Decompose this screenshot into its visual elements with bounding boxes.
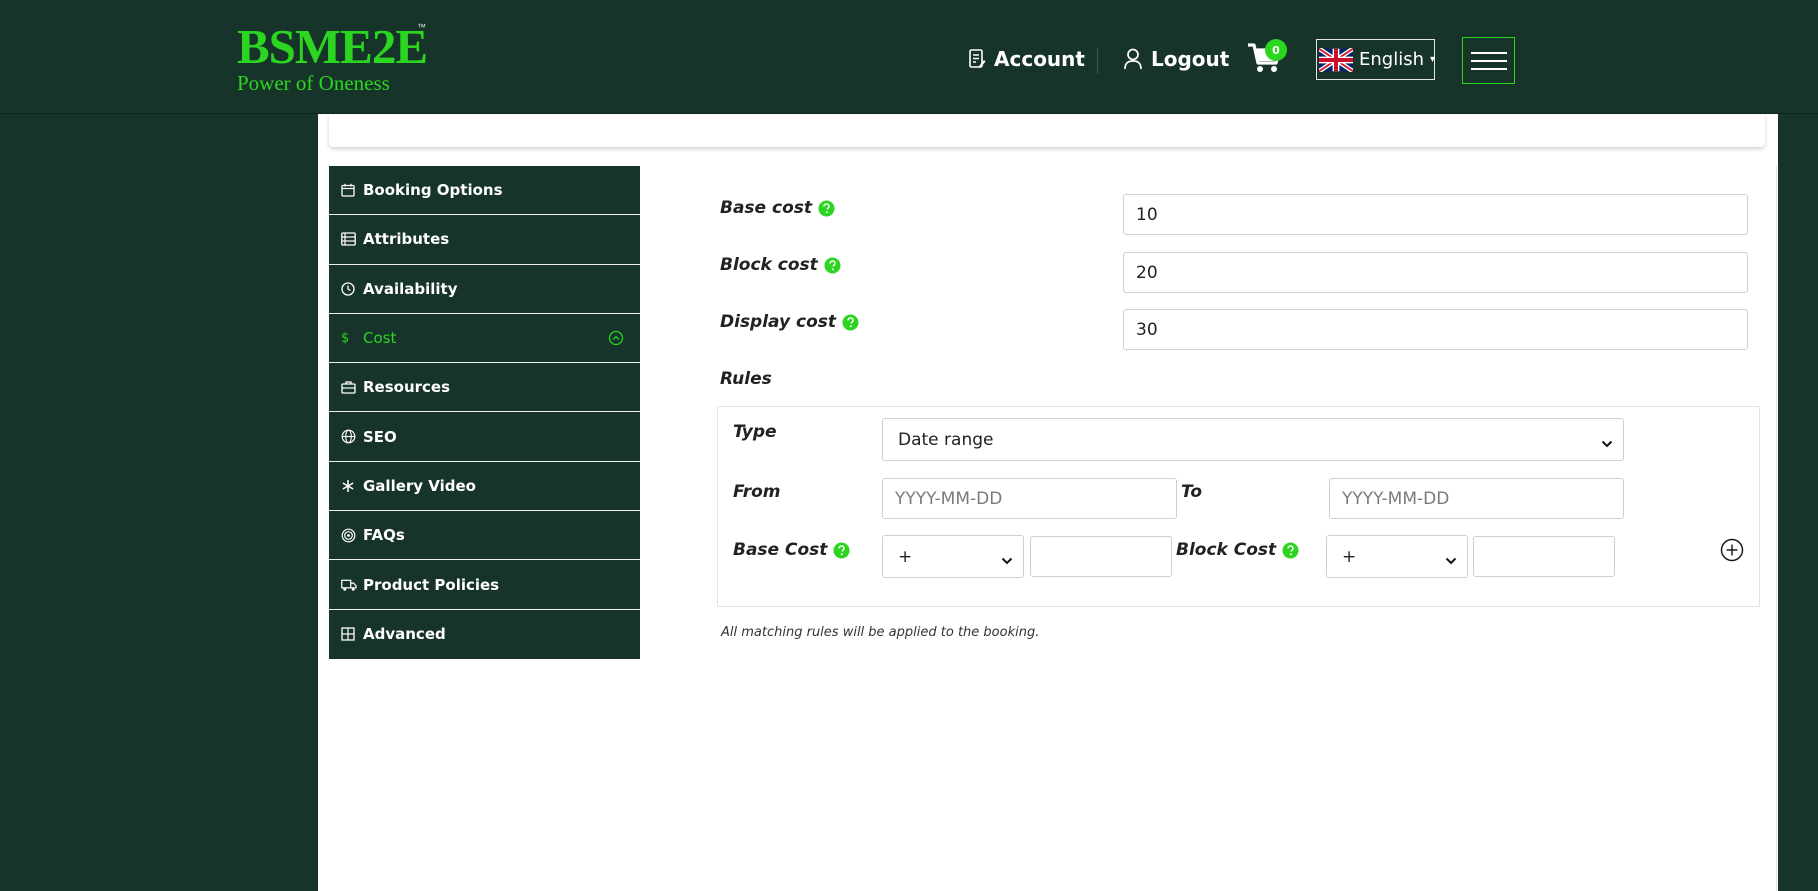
top-header: BSME2E ™ Power of Oneness Account Logout… xyxy=(0,0,1818,114)
block-cost-label: Block cost xyxy=(720,255,841,275)
rule-type-select[interactable]: Date range xyxy=(882,418,1624,461)
logout-label: Logout xyxy=(1151,47,1230,71)
block-cost-operator-select[interactable]: + xyxy=(1326,535,1468,578)
calendar-icon xyxy=(341,183,357,197)
snowflake-icon xyxy=(341,479,357,493)
to-label: To xyxy=(1181,482,1203,502)
base-cost-input[interactable] xyxy=(1123,194,1748,235)
help-icon[interactable] xyxy=(824,257,841,274)
display-cost-label: Display cost xyxy=(720,312,859,332)
logo-text: BSME2E xyxy=(237,19,428,74)
tab-label: Availability xyxy=(363,279,458,298)
tab-label: Advanced xyxy=(363,625,446,644)
tab-label: Gallery Video xyxy=(363,476,476,495)
display-cost-label-text: Display cost xyxy=(720,312,837,332)
tab-label: SEO xyxy=(363,427,397,446)
tab-gallery-video[interactable]: Gallery Video xyxy=(329,461,640,512)
type-label: Type xyxy=(733,422,777,442)
base-cost-operator-value: + xyxy=(898,546,913,567)
logo-trademark: ™ xyxy=(417,22,426,32)
hamburger-menu-button[interactable] xyxy=(1462,37,1515,84)
tab-attributes[interactable]: Attributes xyxy=(329,215,640,265)
tab-label: FAQs xyxy=(363,526,405,545)
tab-label: Booking Options xyxy=(363,181,503,200)
account-label: Account xyxy=(994,47,1085,71)
tab-resources[interactable]: Resources xyxy=(329,363,640,413)
tab-booking-options[interactable]: Booking Options xyxy=(329,166,640,216)
tab-label: Resources xyxy=(363,378,451,397)
help-icon[interactable] xyxy=(842,314,859,331)
rule-block-cost-input[interactable] xyxy=(1473,536,1615,577)
account-link[interactable]: Account xyxy=(968,44,1085,74)
rule-base-cost-label: Base Cost xyxy=(733,540,850,560)
plus-circle-icon xyxy=(1720,538,1744,562)
to-date-input[interactable] xyxy=(1329,478,1624,519)
nav-divider xyxy=(1097,48,1098,74)
chevron-down-icon xyxy=(1001,551,1013,571)
from-label: From xyxy=(733,482,781,502)
product-tabs: Booking Options Attributes Availability … xyxy=(329,166,640,659)
grid-icon xyxy=(341,627,357,641)
dollar-icon: $ xyxy=(341,330,350,346)
chevron-down-icon xyxy=(1445,551,1457,571)
tab-seo[interactable]: SEO xyxy=(329,412,640,462)
rule-block-cost-label: Block Cost xyxy=(1176,540,1299,560)
display-cost-input[interactable] xyxy=(1123,309,1748,350)
target-icon xyxy=(341,528,357,543)
rule-type-value: Date range xyxy=(898,429,994,450)
rule-base-cost-input[interactable] xyxy=(1030,536,1172,577)
rules-note: All matching rules will be applied to th… xyxy=(721,625,1040,640)
clock-icon xyxy=(341,282,357,296)
caret-down-icon: ▾ xyxy=(1430,54,1436,65)
uk-flag-icon xyxy=(1319,47,1353,72)
hamburger-line xyxy=(1470,59,1507,62)
from-date-input[interactable] xyxy=(882,478,1177,519)
language-selector[interactable]: English ▾ xyxy=(1316,39,1435,80)
hamburger-line xyxy=(1470,51,1507,54)
logout-link[interactable]: Logout xyxy=(1123,44,1229,74)
rule-block-cost-label-text: Block Cost xyxy=(1176,540,1277,560)
add-rule-button[interactable] xyxy=(1720,538,1744,562)
tab-label: Product Policies xyxy=(363,575,500,594)
user-icon xyxy=(1123,48,1143,70)
tab-availability[interactable]: Availability xyxy=(329,264,640,314)
rule-base-cost-label-text: Base Cost xyxy=(733,540,828,560)
help-icon[interactable] xyxy=(818,200,835,217)
block-cost-label-text: Block cost xyxy=(720,255,818,275)
briefcase-icon xyxy=(341,380,357,394)
document-edit-icon xyxy=(968,49,986,69)
list-icon xyxy=(341,232,357,247)
cart-count-badge: 0 xyxy=(1265,39,1287,61)
hamburger-line xyxy=(1470,67,1507,70)
circle-arrow-icon xyxy=(608,330,624,350)
top-card xyxy=(329,114,1765,147)
base-cost-label: Base cost xyxy=(720,198,835,218)
chevron-down-icon xyxy=(1601,434,1613,454)
base-cost-label-text: Base cost xyxy=(720,198,812,218)
block-cost-operator-value: + xyxy=(1342,546,1357,567)
rules-heading: Rules xyxy=(720,369,772,389)
tab-product-policies[interactable]: Product Policies xyxy=(329,560,640,610)
tab-advanced[interactable]: Advanced xyxy=(329,609,640,659)
help-icon[interactable] xyxy=(1282,542,1299,559)
base-cost-operator-select[interactable]: + xyxy=(882,535,1024,578)
block-cost-input[interactable] xyxy=(1123,252,1748,293)
truck-icon xyxy=(341,578,357,592)
tab-label: Attributes xyxy=(363,230,450,249)
tab-label: Cost xyxy=(363,329,397,348)
tab-cost[interactable]: $ Cost xyxy=(329,313,640,364)
globe-icon xyxy=(341,429,357,444)
help-icon[interactable] xyxy=(833,542,850,559)
logo[interactable]: BSME2E ™ Power of Oneness xyxy=(237,19,428,95)
language-label: English xyxy=(1359,49,1424,70)
logo-tagline: Power of Oneness xyxy=(237,71,390,95)
tab-faqs[interactable]: FAQs xyxy=(329,511,640,561)
